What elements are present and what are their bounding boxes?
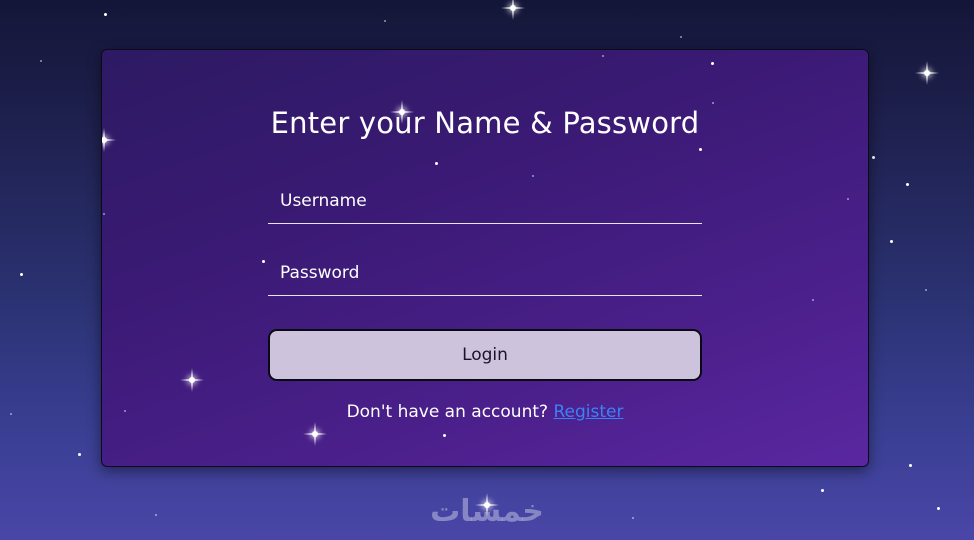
- star: [104, 13, 107, 16]
- star: [821, 489, 824, 492]
- star: [711, 62, 714, 65]
- star: [10, 413, 12, 415]
- star: [20, 273, 23, 276]
- sparkle-star: [303, 422, 327, 446]
- login-button[interactable]: Login: [268, 329, 702, 381]
- star: [532, 175, 534, 177]
- star: [872, 156, 875, 159]
- star: [847, 198, 849, 200]
- sparkle-star: [915, 61, 939, 85]
- form-title: Enter your Name & Password: [270, 106, 700, 140]
- star: [262, 260, 265, 263]
- login-page: Enter your Name & Password Login Don't h…: [0, 0, 974, 540]
- star: [699, 148, 702, 151]
- register-link[interactable]: Register: [553, 402, 623, 422]
- register-row: Don't have an account? Register: [102, 402, 868, 422]
- star: [40, 60, 42, 62]
- star: [680, 36, 682, 38]
- password-field: [268, 251, 702, 296]
- password-input[interactable]: [268, 251, 702, 295]
- sparkle-star: [180, 368, 204, 392]
- star: [435, 162, 438, 165]
- star: [712, 102, 714, 104]
- sparkle-star: [501, 0, 525, 20]
- username-input[interactable]: [268, 179, 702, 223]
- watermark-logo: خمسات: [430, 494, 544, 529]
- star: [890, 240, 893, 243]
- register-prompt: Don't have an account?: [346, 402, 549, 422]
- star: [602, 55, 604, 57]
- star: [384, 20, 386, 22]
- star: [925, 289, 927, 291]
- login-card: Enter your Name & Password Login Don't h…: [101, 49, 869, 467]
- star: [443, 434, 446, 437]
- username-field: [268, 179, 702, 224]
- star: [103, 213, 105, 215]
- star: [812, 299, 814, 301]
- star: [78, 453, 81, 456]
- star: [906, 183, 909, 186]
- star: [909, 464, 912, 467]
